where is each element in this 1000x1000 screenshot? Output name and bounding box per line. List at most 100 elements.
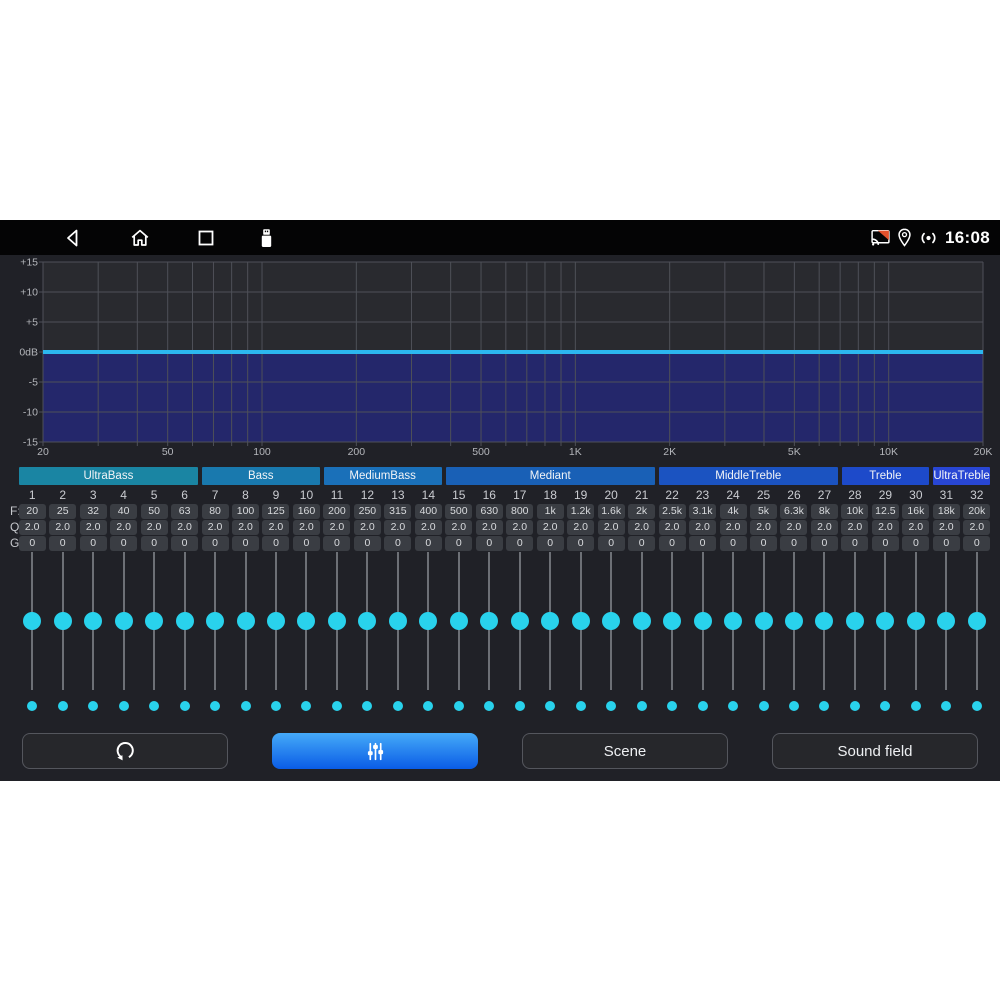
freq-value-box: 160	[293, 504, 320, 519]
band-number-label: 24	[718, 488, 748, 502]
freq-value-box: 400	[415, 504, 442, 519]
sound-field-button[interactable]: Sound field	[772, 733, 978, 769]
eq-band-dot	[241, 701, 251, 711]
eq-band-dot	[58, 701, 68, 711]
q-value-box: 2.0	[811, 520, 838, 535]
eq-slider-knob[interactable]	[907, 612, 925, 630]
eq-slider-knob[interactable]	[724, 612, 742, 630]
eq-slider-knob[interactable]	[358, 612, 376, 630]
eq-slider-knob[interactable]	[176, 612, 194, 630]
eq-slider-knob[interactable]	[267, 612, 285, 630]
eq-band-dot	[27, 701, 37, 711]
eq-slider-knob[interactable]	[815, 612, 833, 630]
eq-slider-knob[interactable]	[145, 612, 163, 630]
gain-value-box: 0	[49, 536, 76, 551]
gain-value-box: 0	[202, 536, 229, 551]
freq-value-box: 5k	[750, 504, 777, 519]
eq-slider-knob[interactable]	[602, 612, 620, 630]
eq-slider-knob[interactable]	[937, 612, 955, 630]
freq-value-box: 20	[19, 504, 46, 519]
eq-band-dot	[819, 701, 829, 711]
eq-slider-knob[interactable]	[755, 612, 773, 630]
q-value-box: 2.0	[841, 520, 868, 535]
q-value-box: 2.0	[323, 520, 350, 535]
eq-slider-knob[interactable]	[206, 612, 224, 630]
q-value-box: 2.0	[659, 520, 686, 535]
freq-value-box: 2.5k	[659, 504, 686, 519]
eq-band-dot	[667, 701, 677, 711]
eq-slider-knob[interactable]	[23, 612, 41, 630]
eq-slider-knob[interactable]	[389, 612, 407, 630]
q-value-box: 2.0	[110, 520, 137, 535]
gain-value-box: 0	[354, 536, 381, 551]
band-number-label: 16	[474, 488, 504, 502]
band-number-label: 5	[139, 488, 169, 502]
eq-slider-knob[interactable]	[54, 612, 72, 630]
reset-button[interactable]	[22, 733, 228, 769]
gain-value-box: 0	[110, 536, 137, 551]
eq-slider-knob[interactable]	[511, 612, 529, 630]
eq-slider-knob[interactable]	[328, 612, 346, 630]
freq-value-box: 1.6k	[598, 504, 625, 519]
gain-value-box: 0	[841, 536, 868, 551]
eq-slider-knob[interactable]	[968, 612, 986, 630]
gain-value-box: 0	[141, 536, 168, 551]
freq-value-box: 800	[506, 504, 533, 519]
scene-button[interactable]: Scene	[522, 733, 728, 769]
band-number-label: 10	[291, 488, 321, 502]
eq-band-dot	[423, 701, 433, 711]
eq-slider-knob[interactable]	[633, 612, 651, 630]
gain-value-box: 0	[323, 536, 350, 551]
eq-band-dot	[515, 701, 525, 711]
eq-band-dot	[210, 701, 220, 711]
gain-value-box: 0	[476, 536, 503, 551]
eq-band-dot	[759, 701, 769, 711]
eq-band-dot	[545, 701, 555, 711]
freq-value-box: 6.3k	[780, 504, 807, 519]
eq-band-dot	[880, 701, 890, 711]
gain-value-box: 0	[567, 536, 594, 551]
q-value-box: 2.0	[19, 520, 46, 535]
eq-slider-knob[interactable]	[84, 612, 102, 630]
eq-slider-knob[interactable]	[785, 612, 803, 630]
band-number-label: 30	[901, 488, 931, 502]
eq-band-dot	[271, 701, 281, 711]
eq-slider-knob[interactable]	[846, 612, 864, 630]
q-value-box: 2.0	[933, 520, 960, 535]
q-value-box: 2.0	[628, 520, 655, 535]
eq-slider-knob[interactable]	[663, 612, 681, 630]
equalizer-button[interactable]	[272, 733, 478, 769]
eq-columns: F: Q: G: 1202.002252.003322.004402.00550…	[0, 220, 1000, 781]
eq-band-dot	[362, 701, 372, 711]
gain-value-box: 0	[689, 536, 716, 551]
freq-value-box: 500	[445, 504, 472, 519]
q-value-box: 2.0	[476, 520, 503, 535]
freq-value-box: 3.1k	[689, 504, 716, 519]
gain-value-box: 0	[811, 536, 838, 551]
eq-slider-knob[interactable]	[541, 612, 559, 630]
reset-circular-arrow-icon	[112, 738, 138, 764]
eq-band-dot	[941, 701, 951, 711]
eq-slider-knob[interactable]	[450, 612, 468, 630]
eq-slider-knob[interactable]	[419, 612, 437, 630]
eq-slider-knob[interactable]	[480, 612, 498, 630]
freq-value-box: 63	[171, 504, 198, 519]
freq-value-box: 2k	[628, 504, 655, 519]
eq-slider-knob[interactable]	[237, 612, 255, 630]
eq-band-dot	[911, 701, 921, 711]
gain-value-box: 0	[506, 536, 533, 551]
freq-value-box: 25	[49, 504, 76, 519]
eq-slider-knob[interactable]	[572, 612, 590, 630]
eq-band-dot	[484, 701, 494, 711]
eq-slider-knob[interactable]	[876, 612, 894, 630]
eq-slider-knob[interactable]	[115, 612, 133, 630]
band-number-label: 8	[231, 488, 261, 502]
eq-slider-knob[interactable]	[297, 612, 315, 630]
eq-slider-knob[interactable]	[694, 612, 712, 630]
q-value-box: 2.0	[415, 520, 442, 535]
gain-value-box: 0	[384, 536, 411, 551]
q-value-box: 2.0	[171, 520, 198, 535]
band-number-label: 27	[809, 488, 839, 502]
q-value-box: 2.0	[689, 520, 716, 535]
gain-value-box: 0	[872, 536, 899, 551]
